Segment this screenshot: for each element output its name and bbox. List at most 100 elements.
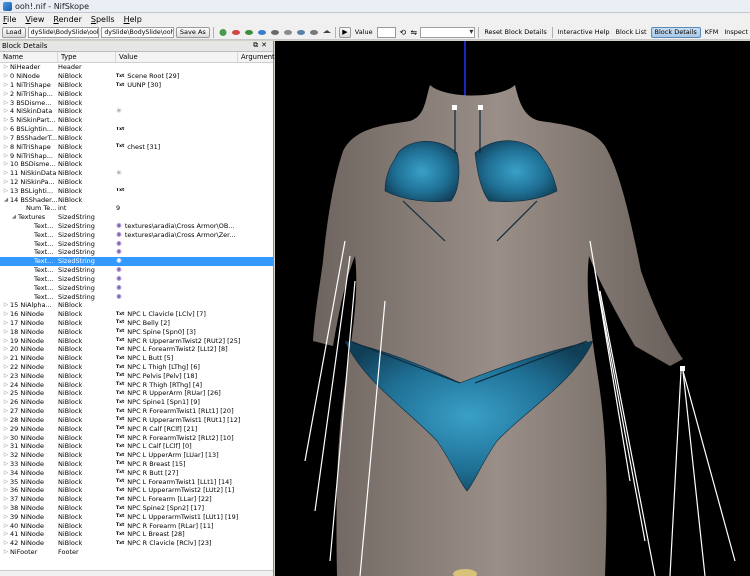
row-value-cell[interactable]: Txt NPC R Clavicle [RClv] [23] [116,539,273,547]
tree-row[interactable]: Text... SizedString ✺ textures\aradia\Cross… [0,222,273,231]
row-value-cell[interactable]: Txt NPC R ForearmTwist2 [RLt2] [10] [116,434,273,442]
menu-file[interactable]: File [3,15,16,24]
node-icon[interactable] [309,29,318,35]
expand-arrow-icon[interactable]: ▷ [2,108,10,114]
load-path-field[interactable]: dySlide\BodySlide\ooh!.nif [27,26,100,38]
eye-icon[interactable] [231,29,240,35]
row-value-cell[interactable]: ✺ textures\aradia\Cross Armor\OB... [116,222,273,230]
expand-arrow-icon[interactable]: ▷ [2,153,10,159]
tree-row[interactable]: ▷ 19 NiNode NiBlock Txt NPC R UpperarmTwist2… [0,336,273,345]
tree-row[interactable]: ▷ 39 NiNode NiBlock Txt NPC L UpperarmTwist1… [0,512,273,521]
row-value-cell[interactable]: Txt NPC Spine2 [Spn2] [17] [116,504,273,512]
row-value-cell[interactable]: ✺ [116,266,273,274]
expand-arrow-icon[interactable]: ◢ [2,197,10,203]
reset-block-details-button[interactable]: Reset Block Details [482,28,548,36]
tree-row[interactable]: ▷ 38 NiNode NiBlock Txt NPC Spine2 [Spn2] [1… [0,504,273,513]
tree-row[interactable]: ▷ 12 NiSkinPa... NiBlock [0,178,273,187]
tree-row[interactable]: ▷ 28 NiNode NiBlock Txt NPC R UpperarmTwist1… [0,416,273,425]
row-value-cell[interactable]: ✺ [116,275,273,283]
light-icon[interactable] [283,29,292,35]
row-value-cell[interactable]: Txt NPC L Butt [5] [116,354,273,362]
expand-arrow-icon[interactable]: ▷ [2,126,10,132]
kfm-button[interactable]: KFM [703,28,721,36]
expand-arrow-icon[interactable]: ▷ [2,452,10,458]
expand-arrow-icon[interactable]: ▷ [2,91,10,97]
expand-arrow-icon[interactable]: ▷ [2,505,10,511]
save-as-button[interactable]: Save As [175,26,210,38]
tree-row[interactable]: ▷ 33 NiNode NiBlock Txt NPC R Breast [15] [0,460,273,469]
collision-icon[interactable] [296,29,305,35]
tree-row[interactable]: ◢ 14 BSShader... NiBlock [0,195,273,204]
expand-arrow-icon[interactable]: ◢ [10,214,18,220]
tree-row[interactable]: ▷ 42 NiNode NiBlock Txt NPC R Clavicle [RClv… [0,539,273,548]
expand-arrow-icon[interactable]: ▷ [2,302,10,308]
texture-icon[interactable] [270,29,279,35]
row-value-cell[interactable]: Txt NPC L ForearmTwist2 [LLt2] [8] [116,345,273,353]
expand-arrow-icon[interactable]: ▷ [2,170,10,176]
row-value-cell[interactable]: ✺ [116,284,273,292]
row-value-cell[interactable]: Txt NPC Belly [2] [116,319,273,327]
eye-alt-icon[interactable] [244,29,253,35]
expand-arrow-icon[interactable]: ▷ [2,390,10,396]
close-icon[interactable]: ✕ [261,41,270,49]
row-value-cell[interactable]: Txt NPC L UpperarmTwist1 [LUt1] [19] [116,513,273,521]
bone-handle[interactable] [478,105,483,110]
row-value-cell[interactable]: ✺ [116,257,273,265]
tree-row[interactable]: ▷ 5 NiSkinPart... NiBlock [0,116,273,125]
tree-row[interactable]: ▷ 1 NiTriShape NiBlock Txt UUNP [30] [0,81,273,90]
column-argument[interactable]: Argument [238,52,275,62]
tree-row[interactable]: Text... SizedString ✺ [0,292,273,301]
tree-row[interactable]: ▷ 31 NiNode NiBlock Txt NPC L Calf [LClf] [0… [0,442,273,451]
expand-arrow-icon[interactable]: ▷ [2,161,10,167]
tree-row[interactable]: ▷ 11 NiSkinData NiBlock ✳ [0,169,273,178]
save-path-field[interactable]: dySlide\BodySlide\ooh!.nif [101,26,174,38]
tree-row[interactable]: Text... SizedString ✺ [0,283,273,292]
expand-arrow-icon[interactable]: ▷ [2,549,10,555]
expand-arrow-icon[interactable]: ▷ [2,188,10,194]
tree-row[interactable]: ▷ 25 NiNode NiBlock Txt NPC R UpperArm [RUar… [0,389,273,398]
row-value-cell[interactable]: ✺ [116,293,273,301]
row-value-cell[interactable]: ✳ [116,107,273,115]
switch-icon[interactable]: ⇋ [409,28,418,37]
expand-arrow-icon[interactable]: ▷ [2,417,10,423]
row-value-cell[interactable]: Txt NPC L Clavicle [LClv] [7] [116,310,273,318]
block-details-button[interactable]: Block Details [650,26,701,38]
expand-arrow-icon[interactable]: ▷ [2,64,10,70]
row-value-cell[interactable]: Txt NPC R Forearm [RLar] [11] [116,522,273,530]
tree-row[interactable]: ▷ 30 NiNode NiBlock Txt NPC R ForearmTwist2 … [0,433,273,442]
tree-row[interactable]: ▷ 2 NiTriShap... NiBlock [0,89,273,98]
inspect-button[interactable]: Inspect [722,28,750,36]
tree-row[interactable]: ▷ 24 NiNode NiBlock Txt NPC R Thigh [RThg] [… [0,380,273,389]
expand-arrow-icon[interactable]: ▷ [2,487,10,493]
play-button[interactable]: ▶ [339,26,351,38]
tree-row[interactable]: Text... SizedString ✺ textures\aradia\Cross… [0,230,273,239]
tree-row[interactable]: ▷ 41 NiNode NiBlock Txt NPC L Breast [28] [0,530,273,539]
expand-arrow-icon[interactable]: ▷ [2,540,10,546]
tree-row[interactable]: Text... SizedString ✺ [0,266,273,275]
tree-row[interactable]: ▷ 17 NiNode NiBlock Txt NPC Belly [2] [0,319,273,328]
expand-arrow-icon[interactable]: ▷ [2,346,10,352]
expand-arrow-icon[interactable]: ▷ [2,461,10,467]
menu-render[interactable]: Render [53,15,81,24]
row-value-cell[interactable]: Txt NPC R UpperarmTwist2 [RUt2] [25] [116,337,273,345]
row-value-cell[interactable]: Txt Scene Root [29] [116,72,273,80]
tree-row[interactable]: ▷ 13 BSLighti... NiBlock Txt [0,186,273,195]
column-name[interactable]: Name [0,52,58,62]
expand-arrow-icon[interactable]: ▷ [2,382,10,388]
expand-arrow-icon[interactable]: ▷ [2,523,10,529]
tree-row[interactable]: ▷ 18 NiNode NiBlock Txt NPC Spine [Spn0] [3] [0,327,273,336]
expand-arrow-icon[interactable]: ▷ [2,100,10,106]
row-value-cell[interactable]: ✺ textures\aradia\Cross Armor\Zer... [116,231,273,239]
load-button[interactable]: Load [2,26,26,38]
tree-row[interactable]: ▷ 16 NiNode NiBlock Txt NPC L Clavicle [LClv… [0,310,273,319]
row-value-cell[interactable]: 9 [116,204,273,212]
tree-row[interactable]: ▷ 40 NiNode NiBlock Txt NPC R Forearm [RLar]… [0,521,273,530]
tree-row[interactable]: ▷ 7 BSShaderT... NiBlock [0,134,273,143]
row-value-cell[interactable]: Txt NPC R Butt [27] [116,469,273,477]
tree-row[interactable]: ◢ Textures SizedString [0,213,273,222]
row-value-cell[interactable]: Txt NPC Spine1 [Spn1] [9] [116,398,273,406]
tree-row[interactable]: Text... SizedString ✺ [0,256,273,266]
expand-arrow-icon[interactable]: ▷ [2,179,10,185]
row-value-cell[interactable]: Txt [116,127,273,132]
bone-handle[interactable] [680,366,685,371]
